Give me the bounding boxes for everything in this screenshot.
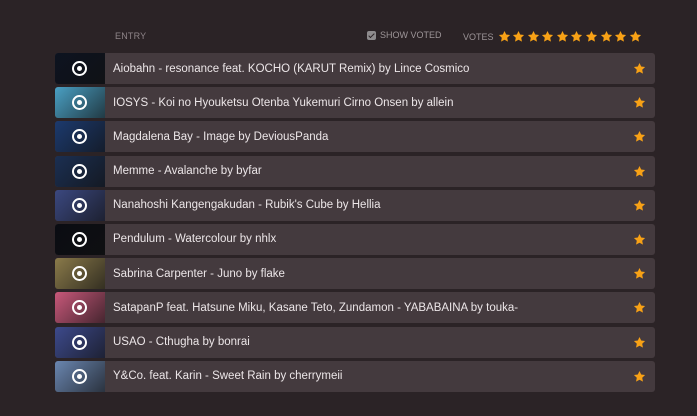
play-icon[interactable]	[72, 231, 87, 247]
entry-thumbnail	[55, 258, 105, 290]
entry-row[interactable]: USAO - Cthugha by bonrai	[55, 326, 655, 358]
play-icon[interactable]	[72, 95, 87, 111]
show-voted-toggle[interactable]: SHOW VOTED	[367, 30, 442, 40]
favorite-star-icon[interactable]	[633, 199, 646, 212]
entry-thumbnail	[55, 292, 105, 324]
entry-title: USAO - Cthugha by bonrai	[113, 336, 250, 348]
entry-thumbnail	[55, 223, 105, 255]
votes-label: VOTES	[463, 31, 494, 42]
favorite-star-icon[interactable]	[633, 130, 646, 143]
favorite-star-icon[interactable]	[633, 62, 646, 75]
entry-title: Nanahoshi Kangengakudan - Rubik's Cube b…	[113, 199, 381, 212]
entry-thumbnail	[55, 360, 105, 392]
favorite-star-icon[interactable]	[633, 165, 646, 178]
entry-row[interactable]: Nanahoshi Kangengakudan - Rubik's Cube b…	[55, 189, 655, 221]
play-icon[interactable]	[72, 129, 87, 145]
entry-column-label: ENTRY	[115, 31, 147, 41]
entry-title: Aiobahn - resonance feat. KOCHO (KARUT R…	[113, 62, 470, 75]
favorite-star-icon[interactable]	[633, 267, 646, 280]
show-voted-label: SHOW VOTED	[380, 30, 442, 40]
show-voted-checkbox[interactable]	[367, 30, 376, 40]
entry-row[interactable]: Magdalena Bay - Image by DeviousPanda	[55, 121, 655, 153]
play-icon[interactable]	[72, 300, 87, 316]
entry-title: Y&Co. feat. Karin - Sweet Rain by cherry…	[113, 370, 343, 383]
vote-star-icon[interactable]	[585, 30, 598, 43]
entry-row[interactable]: Sabrina Carpenter - Juno by flake	[55, 258, 655, 290]
vote-star-icon[interactable]	[527, 30, 540, 43]
entry-row[interactable]: Aiobahn - resonance feat. KOCHO (KARUT R…	[55, 53, 655, 84]
entry-thumbnail	[55, 87, 105, 119]
entry-thumbnail	[55, 53, 105, 84]
entry-list: Aiobahn - resonance feat. KOCHO (KARUT R…	[55, 53, 655, 395]
play-icon[interactable]	[72, 266, 87, 282]
play-icon[interactable]	[72, 197, 87, 213]
favorite-star-icon[interactable]	[633, 336, 646, 349]
favorite-star-icon[interactable]	[633, 233, 646, 246]
entry-title: Magdalena Bay - Image by DeviousPanda	[113, 130, 329, 143]
favorite-star-icon[interactable]	[633, 370, 646, 383]
favorite-star-icon[interactable]	[633, 301, 646, 314]
play-icon[interactable]	[72, 61, 87, 76]
vote-star-icon[interactable]	[614, 30, 627, 43]
entry-thumbnail	[55, 155, 105, 187]
entry-row[interactable]: Pendulum - Watercolour by nhlx	[55, 223, 655, 255]
vote-star-icon[interactable]	[570, 30, 583, 43]
entry-title: Sabrina Carpenter - Juno by flake	[113, 267, 285, 280]
entry-title: IOSYS - Koi no Hyouketsu Otenba Yukemuri…	[113, 96, 454, 109]
entry-row[interactable]: SatapanP feat. Hatsune Miku, Kasane Teto…	[55, 292, 655, 324]
entry-thumbnail	[55, 121, 105, 153]
entry-row[interactable]: Y&Co. feat. Karin - Sweet Rain by cherry…	[55, 360, 655, 392]
favorite-star-icon[interactable]	[633, 96, 646, 109]
vote-star-icon[interactable]	[498, 30, 511, 43]
entry-thumbnail	[55, 189, 105, 221]
votes-header: VOTES	[463, 30, 643, 43]
list-header: ENTRY SHOW VOTED VOTES	[55, 30, 655, 46]
vote-star-icon[interactable]	[541, 30, 554, 43]
play-icon[interactable]	[72, 163, 87, 179]
play-icon[interactable]	[72, 368, 87, 384]
entry-thumbnail	[55, 326, 105, 358]
vote-star-icon[interactable]	[556, 30, 569, 43]
vote-star-icon[interactable]	[600, 30, 613, 43]
entry-title: Memme - Avalanche by byfar	[113, 165, 262, 178]
entry-title: SatapanP feat. Hatsune Miku, Kasane Teto…	[113, 301, 519, 314]
entry-row[interactable]: Memme - Avalanche by byfar	[55, 155, 655, 187]
play-icon[interactable]	[72, 334, 87, 350]
vote-star-icon[interactable]	[512, 30, 525, 43]
votes-star-group	[498, 30, 644, 43]
entry-row[interactable]: IOSYS - Koi no Hyouketsu Otenba Yukemuri…	[55, 87, 655, 119]
vote-star-icon[interactable]	[629, 30, 642, 43]
entry-title: Pendulum - Watercolour by nhlx	[113, 233, 277, 246]
